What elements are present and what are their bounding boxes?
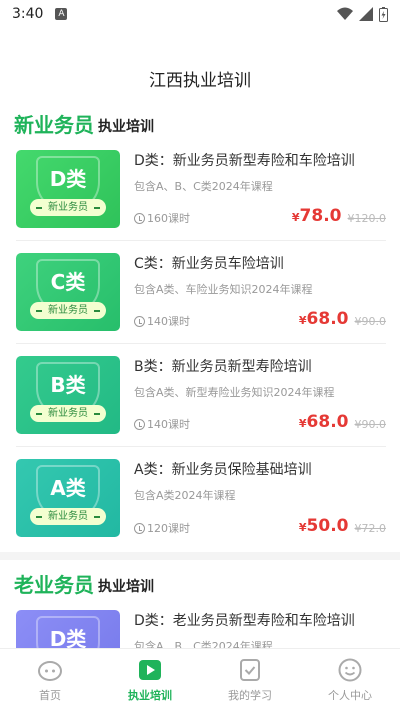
tab-label: 我的学习	[228, 688, 272, 702]
thumbnail-label: B类	[50, 373, 86, 397]
course-hours: 140课时	[134, 416, 190, 432]
tab-label: 个人中心	[328, 688, 372, 702]
course-item-b[interactable]: B类 新业务员 B类：新业务员新型寿险培训 包含A类、新型寿险业务知识2024年…	[16, 344, 386, 447]
thumbnail-tag: 新业务员	[30, 508, 106, 525]
course-thumbnail: C类 新业务员	[16, 253, 120, 331]
course-title: A类：新业务员保险基础培训	[134, 462, 312, 478]
hours-text: 140课时	[147, 418, 190, 431]
currency: ¥	[291, 211, 300, 224]
course-thumbnail: D类 新业务员	[16, 150, 120, 228]
tab-home[interactable]: 首页	[0, 649, 100, 710]
clock-icon	[134, 418, 145, 430]
thumbnail-label: D类	[49, 627, 87, 648]
course-description: 包含A类、车险业务知识2024年课程	[134, 283, 313, 296]
course-hours: 120课时	[134, 520, 190, 536]
bottom-tab-bar: 首页 执业培训 我的学习 个人中心	[0, 648, 400, 710]
tab-label: 执业培训	[128, 688, 172, 702]
section-header: 新业务员 执业培训	[14, 100, 386, 138]
status-icons	[337, 6, 388, 22]
course-description: 包含A类、新型寿险业务知识2024年课程	[134, 386, 335, 399]
course-footer: 120课时 ¥50.0 ¥72.0	[134, 516, 386, 536]
thumbnail-tag: 新业务员	[30, 199, 106, 216]
course-footer: 160课时 ¥78.0 ¥120.0	[134, 206, 386, 226]
tab-my-learning[interactable]: 我的学习	[200, 649, 300, 710]
play-icon	[139, 659, 161, 680]
course-info: C类：新业务员车险培训 包含A类、车险业务知识2024年课程 140课时 ¥68…	[134, 253, 386, 343]
section-title: 老业务员	[14, 573, 94, 597]
course-item-a[interactable]: A类 新业务员 A类：新业务员保险基础培训 包含A类2024年课程 120课时 …	[16, 447, 386, 550]
clock-icon	[134, 522, 145, 534]
home-face-icon	[38, 660, 62, 681]
section-subtitle: 执业培训	[98, 579, 154, 595]
section-old-agents: 老业务员 执业培训 D类 D类：老业务员新型寿险和车险培训 包含A、B、C类20…	[0, 560, 400, 648]
thumbnail-label: D类	[49, 167, 87, 191]
course-info: A类：新业务员保险基础培训 包含A类2024年课程 120课时 ¥50.0 ¥7…	[134, 459, 386, 550]
price-value: 78.0	[299, 206, 342, 226]
thumbnail-tag: 新业务员	[30, 405, 106, 422]
section-subtitle: 执业培训	[98, 119, 154, 135]
course-thumbnail: B类 新业务员	[16, 356, 120, 434]
course-info: D类：老业务员新型寿险和车险培训 包含A、B、C类2024年课程	[134, 610, 386, 648]
course-info: D类：新业务员新型寿险和车险培训 包含A、B、C类2024年课程 160课时 ¥…	[134, 150, 386, 240]
original-price: ¥90.0	[354, 315, 387, 328]
course-price: ¥78.0	[292, 206, 342, 226]
course-thumbnail: D类	[16, 610, 120, 648]
tab-profile[interactable]: 个人中心	[300, 649, 400, 710]
notification-icon: A	[55, 8, 68, 20]
course-hours: 160课时	[134, 210, 190, 226]
course-description: 包含A、B、C类2024年课程	[134, 180, 273, 193]
course-title: C类：新业务员车险培训	[134, 256, 284, 272]
battery-icon	[379, 6, 388, 22]
status-time: 3:40	[12, 6, 44, 22]
course-price: ¥68.0	[299, 309, 349, 329]
tab-label: 首页	[39, 688, 61, 702]
status-bar: 3:40 A	[0, 0, 400, 28]
course-footer: 140课时 ¥68.0 ¥90.0	[134, 412, 386, 432]
course-info: B类：新业务员新型寿险培训 包含A类、新型寿险业务知识2024年课程 140课时…	[134, 356, 386, 446]
course-thumbnail: A类 新业务员	[16, 459, 120, 537]
currency: ¥	[298, 417, 307, 430]
course-hours: 140课时	[134, 313, 190, 329]
section-header: 老业务员 执业培训	[14, 560, 386, 598]
section-title: 新业务员	[14, 113, 94, 137]
course-price: ¥50.0	[299, 516, 349, 536]
thumbnail-label: A类	[50, 476, 86, 500]
checklist-icon	[240, 658, 260, 681]
course-description: 包含A、B、C类2024年课程	[134, 640, 273, 648]
clock-icon	[134, 315, 145, 327]
course-description: 包含A类2024年课程	[134, 489, 236, 502]
course-title: D类：新业务员新型寿险和车险培训	[134, 153, 355, 169]
currency: ¥	[298, 521, 307, 534]
smiley-icon	[338, 658, 362, 681]
tab-training[interactable]: 执业培训	[100, 649, 200, 710]
hours-text: 140课时	[147, 315, 190, 328]
wifi-icon	[337, 7, 353, 20]
course-item-c[interactable]: C类 新业务员 C类：新业务员车险培训 包含A类、车险业务知识2024年课程 1…	[16, 241, 386, 344]
course-item-d[interactable]: D类 新业务员 D类：新业务员新型寿险和车险培训 包含A、B、C类2024年课程…	[16, 138, 386, 241]
course-item-old-d[interactable]: D类 D类：老业务员新型寿险和车险培训 包含A、B、C类2024年课程	[16, 598, 386, 648]
thumbnail-label: C类	[50, 270, 86, 294]
course-title: D类：老业务员新型寿险和车险培训	[134, 613, 355, 629]
signal-icon	[359, 7, 373, 21]
original-price: ¥72.0	[354, 522, 387, 535]
original-price: ¥120.0	[347, 212, 387, 225]
thumbnail-tag: 新业务员	[30, 302, 106, 319]
hours-text: 160课时	[147, 212, 190, 225]
price-value: 50.0	[306, 516, 349, 536]
price-value: 68.0	[306, 309, 349, 329]
course-footer: 140课时 ¥68.0 ¥90.0	[134, 309, 386, 329]
clock-icon	[134, 212, 145, 224]
hours-text: 120课时	[147, 522, 190, 535]
original-price: ¥90.0	[354, 418, 387, 431]
currency: ¥	[298, 314, 307, 327]
course-list-scroll[interactable]: 新业务员 执业培训 D类 新业务员 D类：新业务员新型寿险和车险培训 包含A、B…	[0, 100, 400, 648]
price-value: 68.0	[306, 412, 349, 432]
section-divider	[0, 552, 400, 560]
course-price: ¥68.0	[299, 412, 349, 432]
course-title: B类：新业务员新型寿险培训	[134, 359, 312, 375]
section-new-agents: 新业务员 执业培训 D类 新业务员 D类：新业务员新型寿险和车险培训 包含A、B…	[0, 100, 400, 550]
